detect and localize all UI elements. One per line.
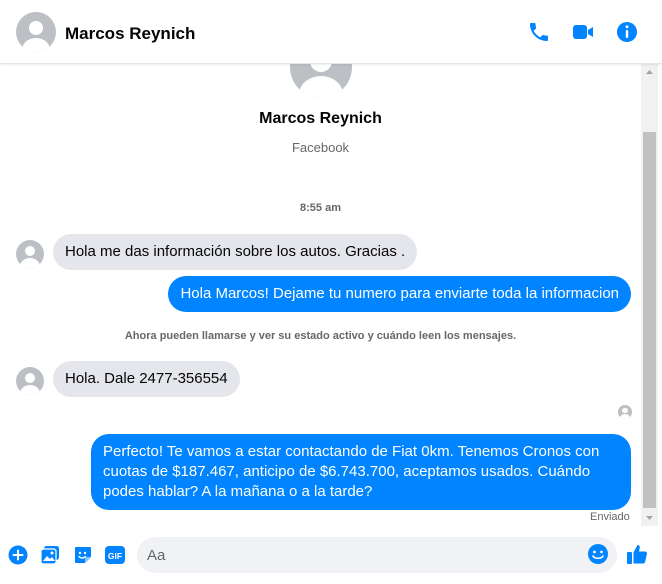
message-bubble-outgoing[interactable]: Hola Marcos! Dejame tu numero para envia… xyxy=(168,276,631,312)
message-bubble-incoming[interactable]: Hola. Dale 2477-356554 xyxy=(53,361,240,397)
info-icon[interactable] xyxy=(615,20,639,44)
message-bubble-incoming[interactable]: Hola me das información sobre los autos.… xyxy=(53,234,418,270)
profile-avatar[interactable] xyxy=(290,64,352,98)
message-composer: GIF xyxy=(0,527,662,584)
sender-avatar[interactable] xyxy=(16,240,44,268)
scrollbar[interactable] xyxy=(641,64,658,526)
delivery-status: Enviado xyxy=(590,511,630,523)
message-input[interactable] xyxy=(147,537,577,573)
video-camera-icon[interactable] xyxy=(571,20,595,44)
contact-notice: Ahora pueden llamarse y ver su estado ac… xyxy=(124,330,517,342)
sender-avatar[interactable] xyxy=(16,367,44,395)
thumbs-up-icon[interactable] xyxy=(626,543,648,565)
scroll-down-arrow-icon[interactable] xyxy=(641,509,658,526)
sticker-icon[interactable] xyxy=(73,545,93,565)
contact-avatar[interactable] xyxy=(16,12,56,52)
plus-icon[interactable] xyxy=(8,545,28,565)
message-input-wrapper[interactable] xyxy=(137,537,617,573)
contact-name[interactable]: Marcos Reynich xyxy=(65,24,195,44)
scroll-up-arrow-icon[interactable] xyxy=(641,64,658,81)
profile-subtitle: Facebook xyxy=(291,140,350,155)
scrollbar-thumb[interactable] xyxy=(643,132,656,508)
profile-name: Marcos Reynich xyxy=(259,110,382,127)
svg-text:GIF: GIF xyxy=(108,551,122,561)
message-list[interactable]: Marcos Reynich Facebook 8:55 am Hola me … xyxy=(0,64,641,527)
conversation-header: Marcos Reynich xyxy=(0,0,662,64)
seen-indicator-avatar xyxy=(618,405,632,419)
photo-icon[interactable] xyxy=(40,545,60,565)
gif-icon[interactable]: GIF xyxy=(105,545,125,565)
emoji-icon[interactable] xyxy=(587,543,609,565)
message-timestamp: 8:55 am xyxy=(300,202,341,214)
phone-icon[interactable] xyxy=(527,20,551,44)
message-bubble-outgoing[interactable]: Perfecto! Te vamos a estar contactando d… xyxy=(91,434,631,510)
